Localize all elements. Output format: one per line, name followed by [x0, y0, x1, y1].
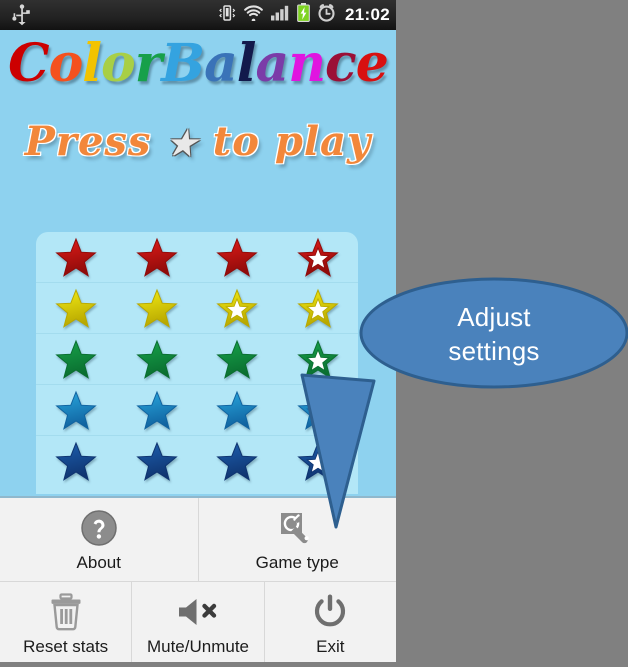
green-star-row: [36, 334, 358, 385]
star-glyph-icon: ★: [166, 124, 198, 164]
star-cell[interactable]: [278, 441, 359, 482]
star-hollow-icon: [216, 288, 258, 328]
star-cell[interactable]: [117, 441, 198, 482]
press-to-play-text: Press ★ to play: [0, 118, 396, 165]
star-cell[interactable]: [117, 390, 198, 431]
menu-row-1: About Game type: [0, 498, 396, 582]
title-letter-6: a: [204, 33, 238, 94]
status-clock: 21:02: [345, 5, 390, 24]
menu-label-exit: Exit: [316, 636, 345, 656]
menu-label-mute-unmute: Mute/Unmute: [146, 636, 250, 656]
title-letter-7: l: [236, 33, 257, 94]
star-hollow-icon: [297, 288, 339, 328]
star-filled-icon: [55, 237, 97, 277]
star-cell[interactable]: [197, 237, 278, 278]
vibrate-icon: [218, 4, 236, 27]
cyan-star-row: [36, 385, 358, 436]
callout-bubble: [359, 277, 628, 389]
star-hollow-icon: [297, 237, 339, 277]
star-filled-icon: [216, 390, 258, 430]
title-letter-10: c: [325, 33, 357, 94]
app-title: ColorBalance: [0, 33, 396, 95]
star-cell[interactable]: [197, 288, 278, 329]
star-filled-icon: [136, 441, 178, 481]
menu-item-game-type[interactable]: Game type: [199, 498, 397, 581]
menu-item-mute-unmute[interactable]: Mute/Unmute: [132, 582, 265, 662]
star-filled-icon: [216, 237, 258, 277]
star-cell[interactable]: [117, 237, 198, 278]
star-filled-icon: [55, 441, 97, 481]
power-icon: [310, 591, 350, 633]
alarm-icon: [317, 3, 336, 27]
star-cell[interactable]: [36, 288, 117, 329]
screenshot-root: 21:02 ColorBalance Press ★ to play About…: [0, 0, 628, 662]
star-cell[interactable]: [36, 237, 117, 278]
title-letter-11: e: [355, 33, 389, 94]
star-filled-icon: [136, 339, 178, 379]
star-filled-icon: [136, 288, 178, 328]
signal-icon: [271, 5, 290, 26]
star-cell[interactable]: [197, 441, 278, 482]
options-menu: About Game type Reset stats Mute/Unmute …: [0, 496, 396, 662]
star-cell[interactable]: [36, 339, 117, 380]
battery-charging-icon: [297, 3, 310, 27]
star-cell[interactable]: [197, 390, 278, 431]
trash-icon: [48, 591, 84, 633]
mute-speaker-icon: [176, 591, 220, 633]
title-letter-8: a: [255, 33, 290, 94]
menu-label-reset-stats: Reset stats: [23, 636, 109, 656]
star-filled-icon: [55, 288, 97, 328]
status-icons: 21:02: [218, 0, 390, 30]
menu-row-2: Reset stats Mute/Unmute Exit: [0, 582, 396, 662]
menu-item-exit[interactable]: Exit: [265, 582, 396, 662]
status-bar: 21:02: [0, 0, 396, 30]
title-letter-3: o: [101, 33, 136, 94]
menu-label-about: About: [76, 552, 121, 572]
star-filled-icon: [216, 339, 258, 379]
usb-icon: [10, 3, 34, 27]
wifi-icon: [243, 4, 264, 26]
star-cell[interactable]: [278, 390, 359, 431]
star-filled-icon: [216, 441, 258, 481]
help-icon: [79, 507, 119, 549]
star-cell[interactable]: [36, 390, 117, 431]
star-hollow-icon: [297, 390, 339, 430]
callout-line-1: Adjust: [457, 302, 531, 332]
star-filled-icon: [55, 339, 97, 379]
wrench-settings-icon: [277, 507, 317, 549]
red-star-row: [36, 232, 358, 283]
star-cell[interactable]: [278, 339, 359, 380]
star-filled-icon: [136, 237, 178, 277]
star-hollow-icon: [297, 339, 339, 379]
blue-star-row: [36, 436, 358, 486]
title-letter-5: B: [161, 33, 205, 94]
yellow-star-row: [36, 283, 358, 334]
menu-item-reset-stats[interactable]: Reset stats: [0, 582, 133, 662]
callout-line-2: settings: [448, 336, 540, 366]
star-cell[interactable]: [278, 288, 359, 329]
star-cell[interactable]: [117, 339, 198, 380]
star-filled-icon: [55, 390, 97, 430]
menu-item-about[interactable]: About: [0, 498, 199, 581]
phone-screen: 21:02 ColorBalance Press ★ to play About…: [0, 0, 396, 662]
star-cell[interactable]: [117, 288, 198, 329]
callout-text: Adjust settings: [368, 300, 620, 368]
star-filled-icon: [136, 390, 178, 430]
menu-label-game-type: Game type: [255, 552, 339, 572]
title-letter-2: l: [82, 33, 102, 94]
title-letter-1: o: [48, 33, 84, 94]
title-letter-4: r: [134, 33, 162, 94]
title-letter-9: n: [288, 33, 326, 94]
star-cell[interactable]: [36, 441, 117, 482]
star-grid-panel[interactable]: [36, 232, 358, 494]
subtitle-after: to play: [197, 118, 372, 165]
star-cell[interactable]: [278, 237, 359, 278]
title-letter-0: C: [8, 33, 49, 94]
star-hollow-icon: [297, 441, 339, 481]
star-cell[interactable]: [197, 339, 278, 380]
subtitle-before: Press: [24, 118, 167, 165]
